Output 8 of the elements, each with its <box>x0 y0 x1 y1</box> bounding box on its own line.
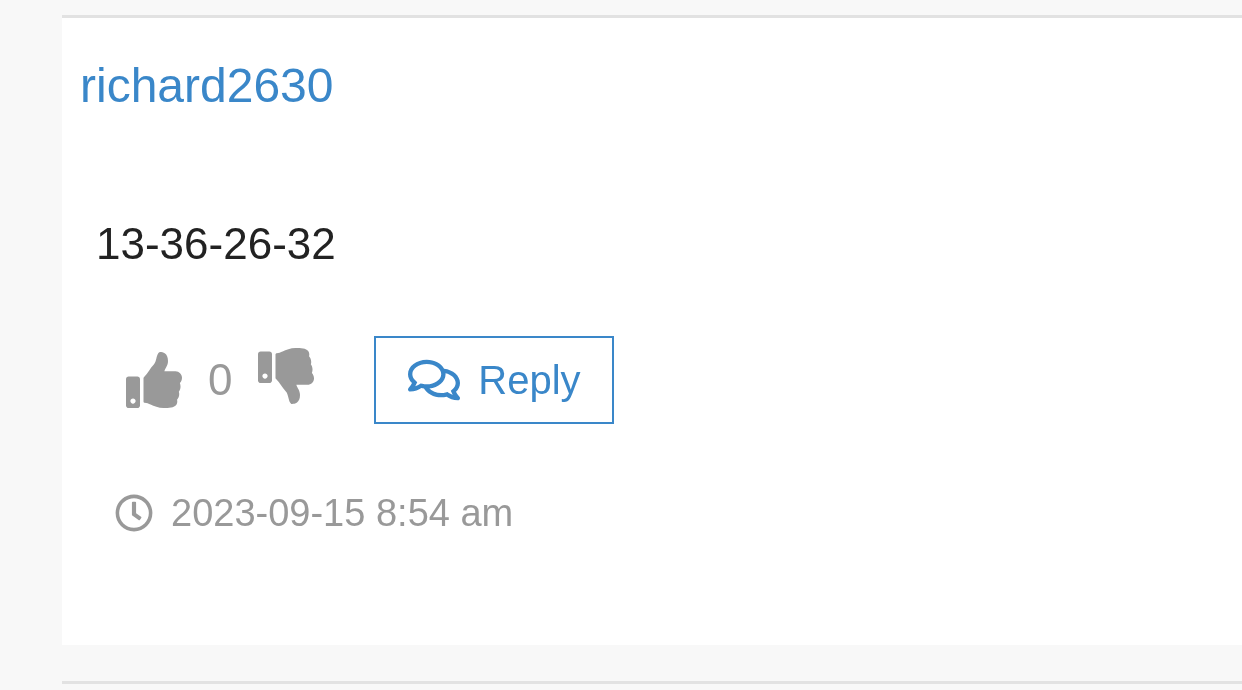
vote-count: 0 <box>208 354 233 406</box>
thumbs-up-icon[interactable] <box>126 352 182 408</box>
clock-icon <box>115 494 153 532</box>
timestamp: 2023-09-15 8:54 am <box>171 491 514 536</box>
reply-button[interactable]: Reply <box>374 336 615 424</box>
comment-text: 13-36-26-32 <box>96 218 336 270</box>
author-name[interactable]: richard2630 <box>80 54 334 118</box>
thumbs-down-icon[interactable] <box>258 348 315 404</box>
